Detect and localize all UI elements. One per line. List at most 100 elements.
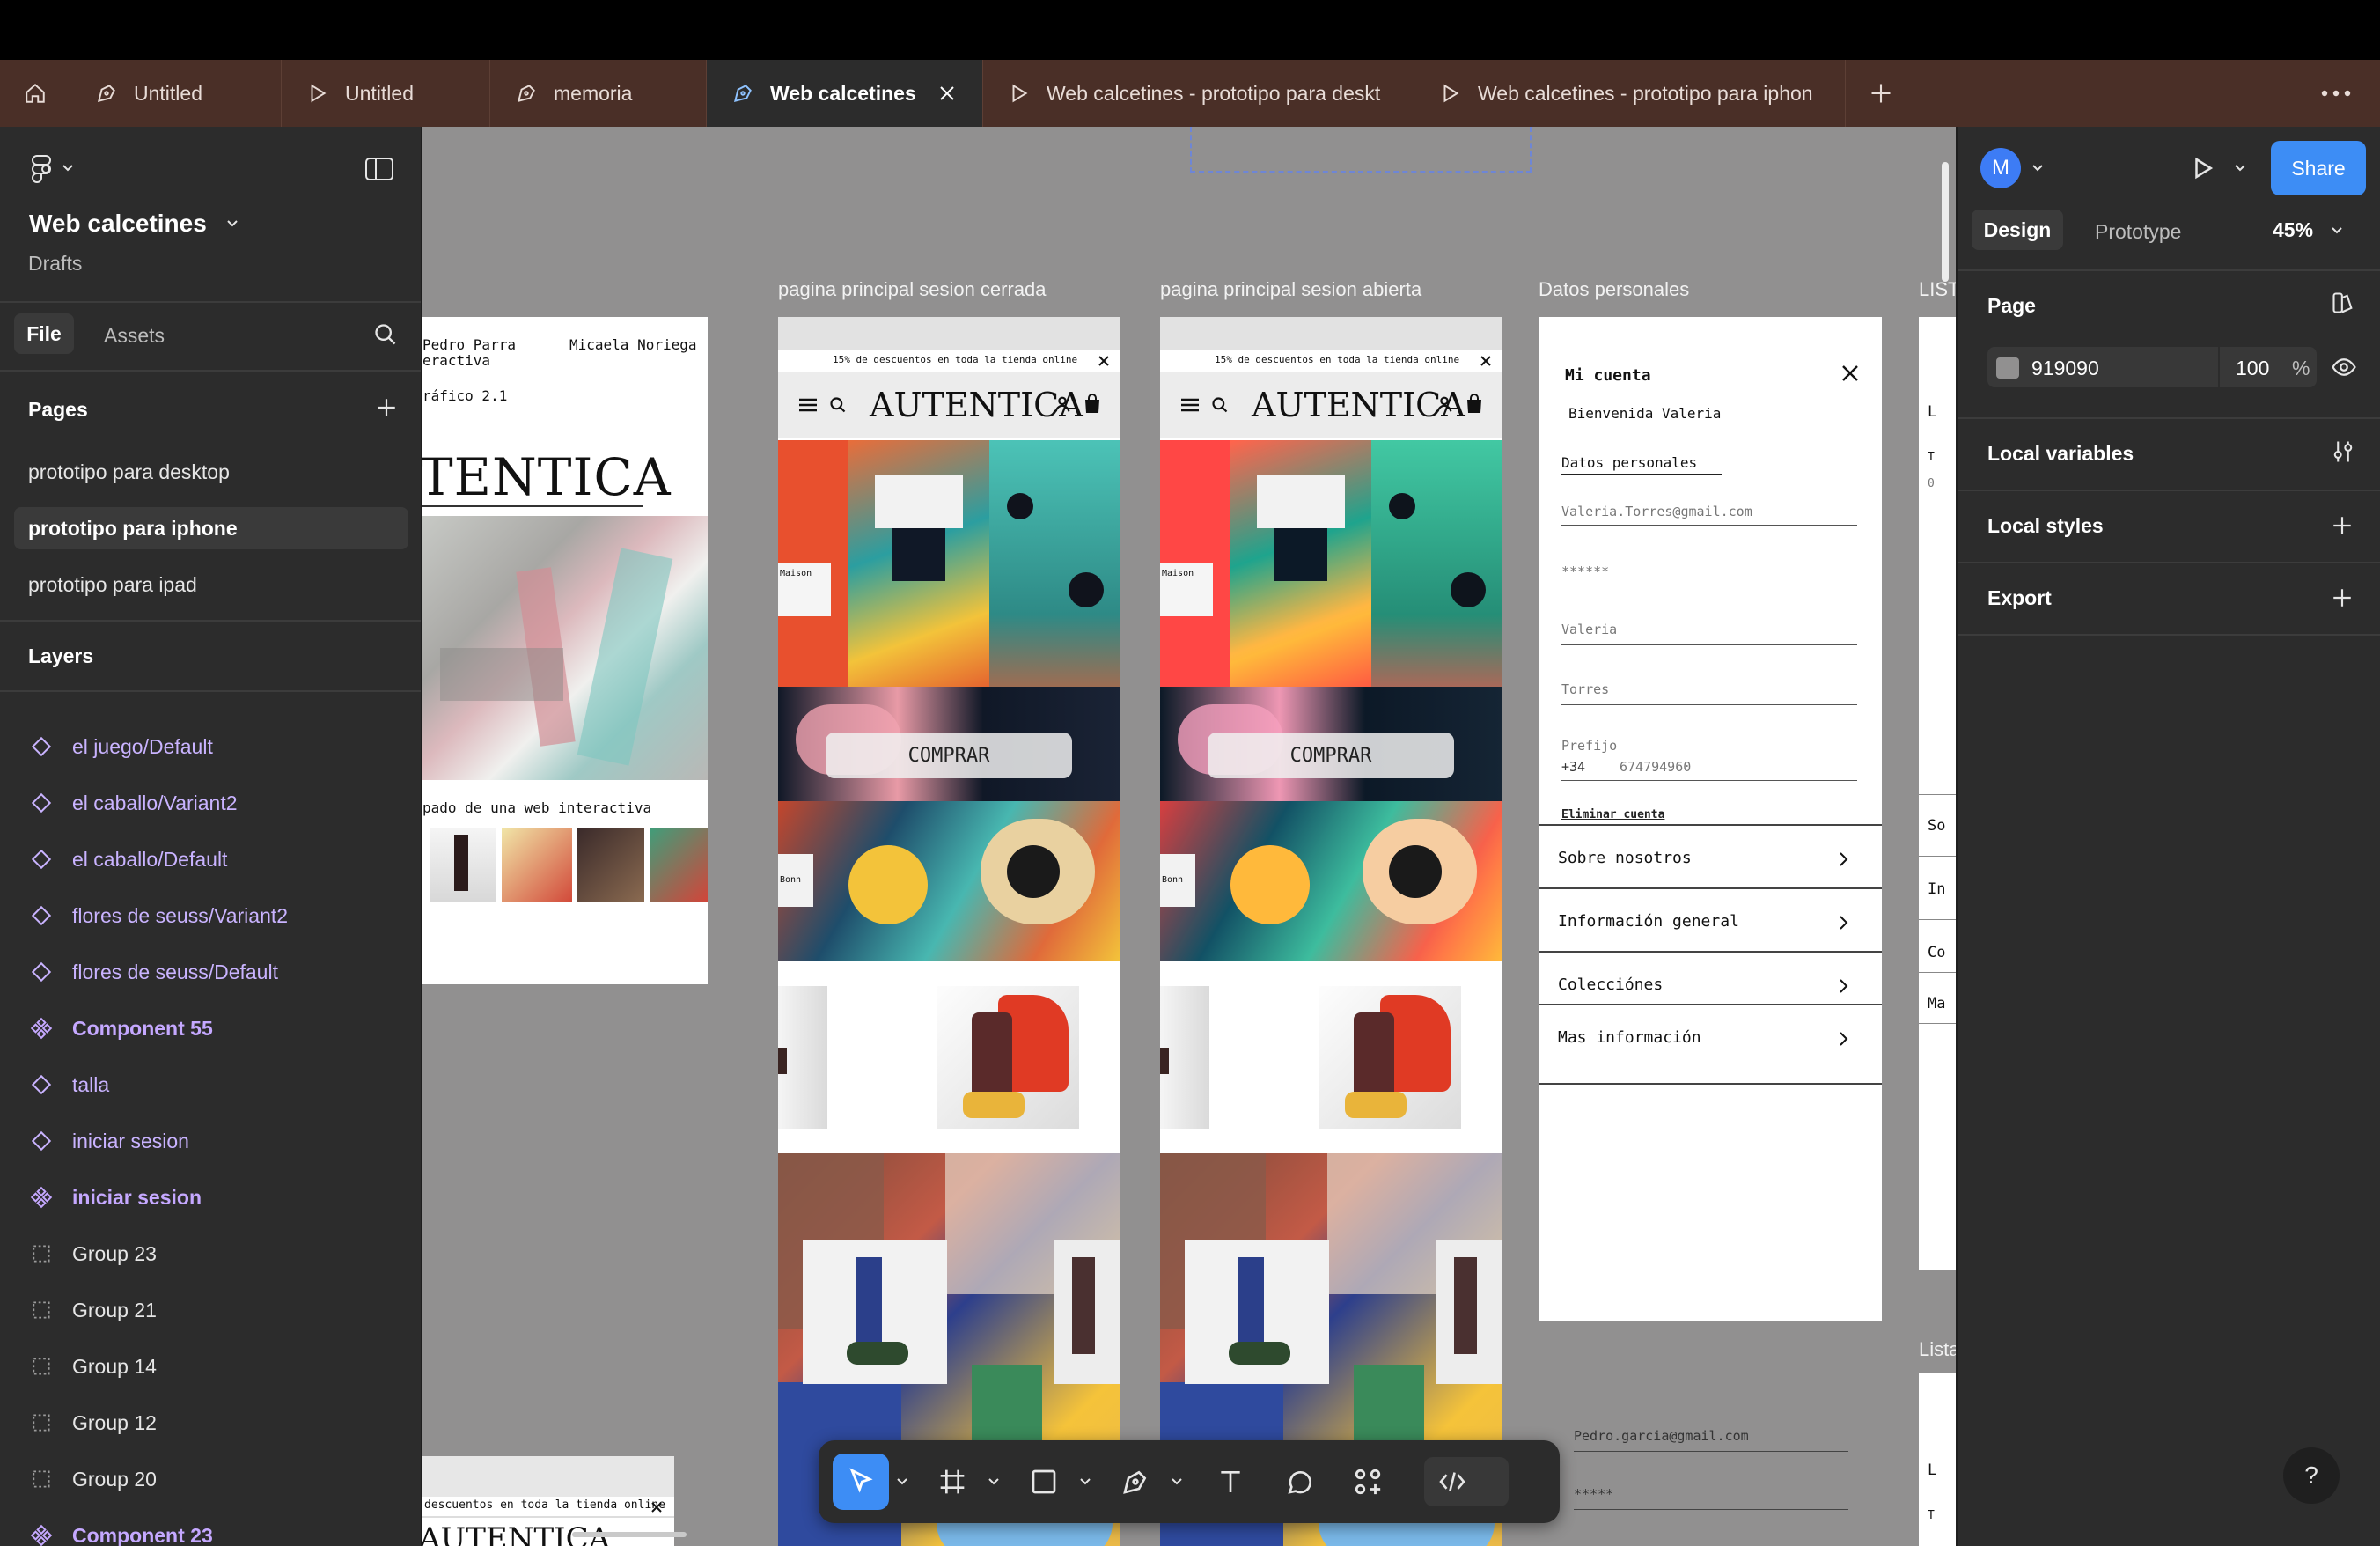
layer-item[interactable]: el juego/Default (0, 718, 421, 775)
page-item-desktop[interactable]: prototipo para desktop (14, 451, 408, 493)
layer-item[interactable]: Component 23 (0, 1507, 421, 1546)
pen-tool[interactable] (1107, 1454, 1164, 1510)
more-menu-button[interactable] (2292, 60, 2380, 127)
frame-label-abierta[interactable]: pagina principal sesion abierta (1160, 278, 1421, 301)
tab-untitled-2[interactable]: Untitled (282, 60, 490, 127)
frame-label-list[interactable]: LIST (1919, 278, 1956, 301)
search-icon[interactable] (373, 322, 398, 347)
surname-field[interactable]: Torres (1561, 681, 1609, 697)
variables-icon[interactable] (2331, 438, 2355, 465)
avatar[interactable]: M (1980, 148, 2021, 188)
new-tab-button[interactable] (1846, 60, 1916, 127)
password-field[interactable]: ****** (1561, 563, 1609, 579)
help-button[interactable]: ? (2283, 1447, 2340, 1504)
buy-button[interactable]: COMPRAR (1208, 733, 1454, 778)
frame-portada[interactable]: Pedro Parra eractiva Micaela Noriega ráf… (422, 317, 708, 984)
page-item-iphone[interactable]: prototipo para iphone (14, 507, 408, 549)
home-tab[interactable] (0, 60, 70, 127)
frame-tool-menu[interactable] (981, 1454, 1007, 1510)
layer-item[interactable]: flores de seuss/Default (0, 944, 421, 1000)
layer-item[interactable]: Group 20 (0, 1451, 421, 1507)
zoom-control[interactable]: 45% (2273, 218, 2343, 242)
local-variables-heading[interactable]: Local variables (1987, 442, 2134, 466)
pen-tool-menu[interactable] (1164, 1454, 1190, 1510)
close-icon[interactable] (1097, 354, 1111, 368)
close-icon[interactable] (1479, 354, 1493, 368)
sidebar-toggle-icon[interactable] (364, 157, 394, 181)
login-preview[interactable]: Pedro.garcia@gmail.com ***** (1574, 1428, 1891, 1546)
layer-item[interactable]: Group 14 (0, 1338, 421, 1395)
frame-tool[interactable] (924, 1454, 981, 1510)
page-item-ipad[interactable]: prototipo para ipad (14, 563, 408, 606)
chevron-down-icon[interactable] (2234, 164, 2246, 173)
layer-item[interactable]: Group 21 (0, 1282, 421, 1338)
text-tool[interactable] (1202, 1454, 1259, 1510)
move-tool-menu[interactable] (889, 1454, 915, 1510)
layer-item[interactable]: el caballo/Variant2 (0, 775, 421, 831)
chevron-down-icon[interactable] (2031, 164, 2044, 173)
close-icon[interactable] (937, 83, 958, 104)
plus-icon[interactable] (2331, 586, 2354, 609)
tab-untitled-1[interactable]: Untitled (70, 60, 282, 127)
layer-item[interactable]: flores de seuss/Variant2 (0, 887, 421, 944)
delete-account-link[interactable]: Eliminar cuenta (1561, 808, 1664, 821)
section-datos[interactable]: Datos personales (1561, 454, 1697, 471)
frame-sesion-abierta[interactable]: 15% de descuentos en toda la tienda onli… (1160, 317, 1502, 1546)
layer-item[interactable]: Group 12 (0, 1395, 421, 1451)
shape-tool[interactable] (1016, 1454, 1072, 1510)
tab-prototipo-desktop[interactable]: Web calcetines - prototipo para deskt (983, 60, 1414, 127)
layer-item[interactable]: talla (0, 1056, 421, 1113)
share-button[interactable]: Share (2271, 141, 2366, 195)
local-styles-heading[interactable]: Local styles (1987, 514, 2104, 538)
plus-icon[interactable] (2331, 514, 2354, 537)
user-icon[interactable] (1435, 394, 1454, 414)
frame-datos-personales[interactable]: Mi cuenta Bienvenida Valeria Datos perso… (1539, 317, 1882, 1321)
comment-tool[interactable] (1271, 1454, 1327, 1510)
design-canvas[interactable]: pagina principal sesion cerrada pagina p… (422, 127, 1956, 1546)
frame-label-cerrada[interactable]: pagina principal sesion cerrada (778, 278, 1047, 301)
frame-sesion-cerrada[interactable]: 15% de descuentos en toda la tienda onli… (778, 317, 1120, 1546)
close-icon[interactable] (1840, 363, 1861, 384)
canvas-scrollbar[interactable] (1942, 162, 1949, 282)
frame-list[interactable]: L T 0 So In Co Ma (1919, 317, 1956, 1270)
color-swatch[interactable] (1996, 357, 2019, 379)
left-tab-file[interactable]: File (14, 313, 74, 354)
shopping-bag-icon[interactable] (1465, 393, 1484, 414)
email-field[interactable]: Valeria.Torres@gmail.com (1561, 504, 1752, 519)
eye-icon[interactable] (2331, 354, 2357, 380)
frame-label-datos[interactable]: Datos personales (1539, 278, 1689, 301)
hamburger-icon[interactable] (799, 398, 817, 412)
search-icon[interactable] (829, 396, 847, 414)
page-color-field[interactable]: 919090 100 % (1987, 347, 2317, 387)
actions-tool[interactable] (1340, 1454, 1396, 1510)
styles-library-icon[interactable] (2331, 291, 2355, 315)
frame-label-lista[interactable]: Lista (1919, 1338, 1956, 1361)
hamburger-icon[interactable] (1181, 398, 1199, 412)
account-menu-item[interactable]: Sobre nosotros (1558, 849, 1692, 867)
tab-prototipo-iphone[interactable]: Web calcetines - prototipo para iphon (1414, 60, 1846, 127)
account-menu-item[interactable]: Colecciónes (1558, 975, 1663, 994)
layer-item[interactable]: iniciar sesion (0, 1169, 421, 1226)
shape-tool-menu[interactable] (1072, 1454, 1098, 1510)
dev-mode-toggle[interactable] (1424, 1457, 1509, 1506)
name-field[interactable]: Valeria (1561, 622, 1617, 637)
account-menu-item[interactable]: Información general (1558, 912, 1739, 931)
export-heading[interactable]: Export (1987, 586, 2052, 610)
file-name[interactable]: Web calcetines (29, 210, 239, 238)
user-icon[interactable] (1053, 394, 1072, 414)
shopping-bag-icon[interactable] (1083, 393, 1102, 414)
account-menu-item[interactable]: Mas información (1558, 1028, 1701, 1047)
tab-design[interactable]: Design (1972, 210, 2063, 250)
search-icon[interactable] (1211, 396, 1229, 414)
frame-lista[interactable]: L T (1919, 1373, 1956, 1546)
layer-item[interactable]: iniciar sesion (0, 1113, 421, 1169)
layer-item[interactable]: Component 55 (0, 1000, 421, 1056)
tab-memoria[interactable]: memoria (490, 60, 707, 127)
add-page-icon[interactable] (375, 396, 398, 419)
phone-field[interactable]: 674794960 (1620, 759, 1691, 775)
prefix-field[interactable]: +34 (1561, 759, 1585, 775)
layer-item[interactable]: el caballo/Default (0, 831, 421, 887)
tab-prototype[interactable]: Prototype (2095, 220, 2181, 244)
move-tool[interactable] (833, 1454, 889, 1510)
main-menu[interactable] (0, 151, 421, 187)
